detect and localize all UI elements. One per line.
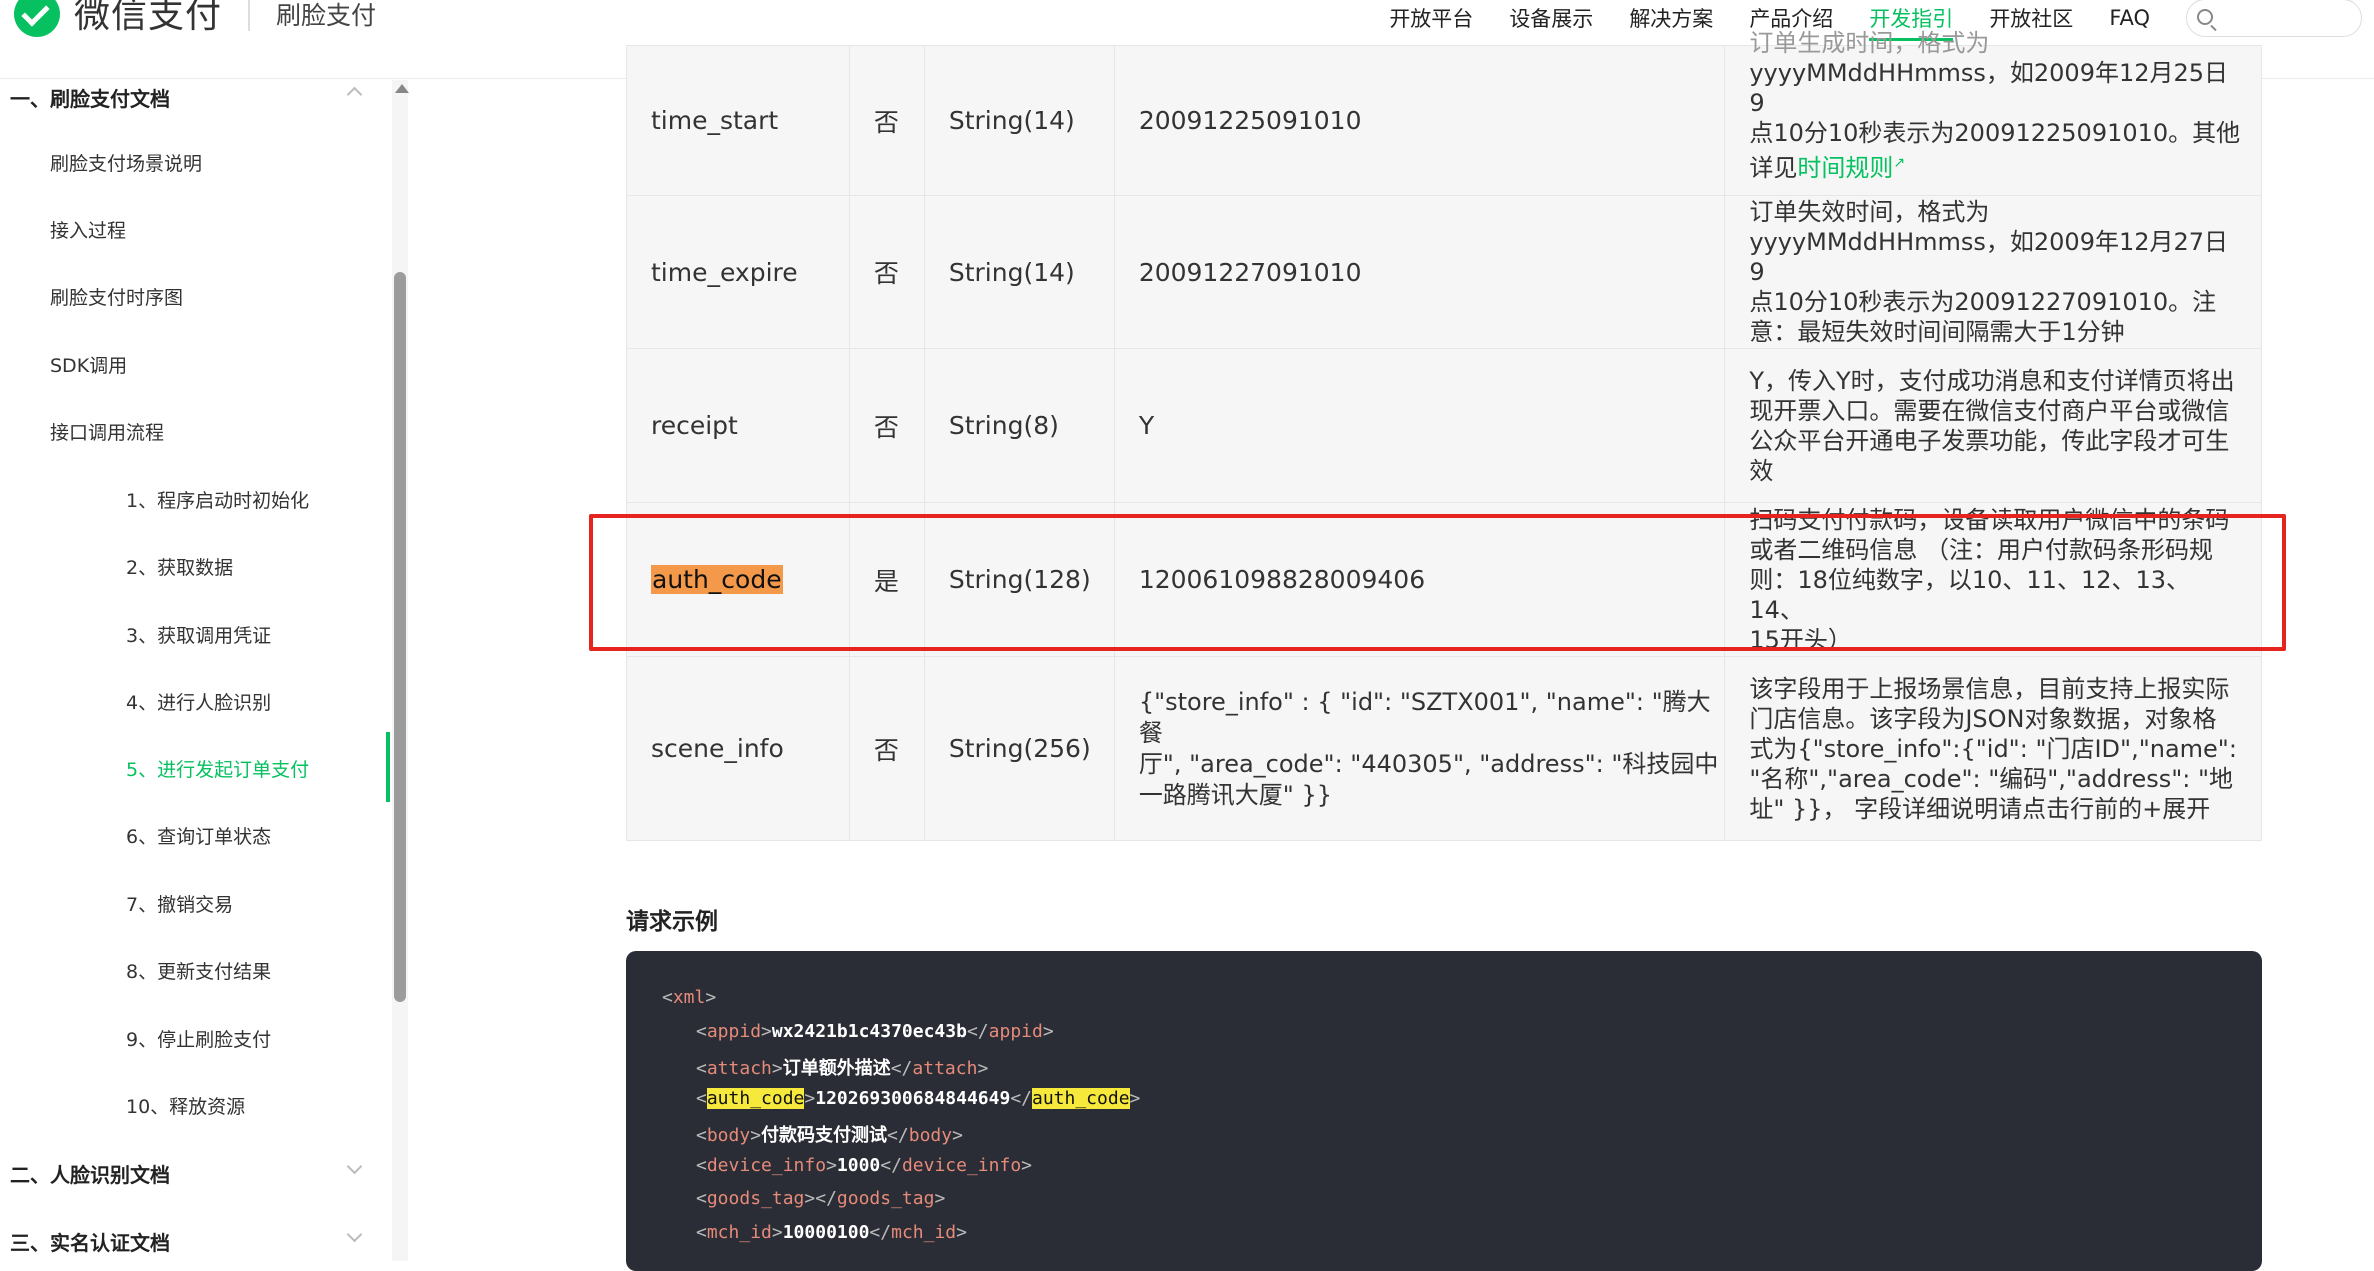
param-example: Y [1113,348,1726,503]
highlighted-tag: auth_code [706,1088,805,1109]
desc-line: 公众平台开通电子发票功能，传此字段才可生 [1749,426,2230,455]
param-name: time_start [626,45,850,196]
sidebar-scrollbar-thumb[interactable] [394,272,406,1002]
desc-line: 详见 [1749,154,1798,182]
chevron-down-icon[interactable] [346,1158,363,1175]
code-line: <appid>wx2421b1c4370ec43b</appid> [696,1021,1054,1042]
desc-line: 订单失效时间，格式为 [1749,198,1990,226]
time-rule-link[interactable]: 时间规则 [1797,154,1893,182]
example-line: {"store_info" : { "id": "SZTX001", "name… [1138,687,1711,747]
param-required: 否 [848,348,925,503]
desc-line: 式为{"store_info":{"id": "门店ID","name": [1749,734,2237,763]
desc-line: 效 [1749,456,1774,485]
param-name: scene_info [626,656,850,841]
desc-line: yyyyMMddHHmmss，如2009年12月25日9 [1749,59,2229,117]
param-example: 20091225091010 [1113,45,1726,196]
param-name: receipt [626,348,850,503]
desc-line: 点10分10秒表示为20091227091010。注 [1749,288,2217,316]
code-line: <attach>订单额外描述</attach> [696,1058,989,1079]
nav-faq[interactable]: FAQ [2109,6,2150,30]
sidebar-item-scene[interactable]: 刷脸支付场景说明 [50,149,202,176]
product-name: 刷脸支付 [276,1,377,30]
scroll-up-arrow-icon[interactable] [395,84,409,93]
code-line: <xml> [662,987,717,1008]
code-block: <xml> <appid>wx2421b1c4370ec43b</appid> … [626,951,2262,1271]
param-desc: 订单失效时间，格式为 yyyyMMddHHmmss，如2009年12月27日9 … [1724,195,2262,349]
code-line: <goods_tag></goods_tag> [696,1188,946,1209]
nav-solutions[interactable]: 解决方案 [1629,3,1713,33]
sidebar-section-real-name[interactable]: 三、实名认证文档 [10,1227,170,1256]
wechat-pay-logo-icon [14,0,60,37]
desc-line: "名称","area_code": "编码","address": "地 [1749,764,2234,793]
brand-logo[interactable]: 微信支付 刷脸支付 [14,0,376,40]
sidebar-section-face-recognition[interactable]: 二、人脸识别文档 [10,1159,170,1188]
param-type: String(14) [923,195,1115,349]
search-icon [2197,9,2213,25]
desc-line: 点10分10秒表示为20091225091010。其他 [1749,119,2241,147]
desc-line: 址" }}， 字段详细说明请点击行前的+展开 [1749,794,2211,823]
param-example: {"store_info" : { "id": "SZTX001", "name… [1113,656,1726,841]
code-line: <device_info>1000</device_info> [696,1155,1033,1176]
sidebar-subitem-cancel[interactable]: 7、撤销交易 [126,890,233,917]
param-required: 否 [848,656,925,841]
param-example: 20091227091010 [1113,195,1726,349]
desc-line: yyyyMMddHHmmss，如2009年12月27日9 [1749,228,2229,286]
sidebar-subitem-order-pay[interactable]: 5、进行发起订单支付 [126,755,309,782]
sidebar-subitem-get-credential[interactable]: 3、获取调用凭证 [126,621,271,648]
doc-sidebar: 一、刷脸支付文档 刷脸支付场景说明 接入过程 刷脸支付时序图 SDK调用 接口调… [0,79,400,1260]
brand-name: 微信支付 [74,0,223,36]
desc-line: 现开票入口。需要在微信支付商户平台或微信 [1749,396,2230,425]
annotation-red-box [589,514,2286,651]
sidebar-item-sdk[interactable]: SDK调用 [50,351,127,378]
table-row: scene_info 否 String(256) {"store_info" :… [626,656,2262,841]
example-line: 一路腾讯大厦" }} [1138,780,1333,809]
sidebar-section-face-pay[interactable]: 一、刷脸支付文档 [10,83,170,112]
highlighted-tag: auth_code [1032,1088,1130,1109]
param-table: time_start 否 String(14) 20091225091010 订… [626,29,2262,841]
desc-line-cut: 订单生成时间，格式为 [1749,29,1990,57]
table-row: receipt 否 String(8) Y Y，传入Y时，支付成功消息和支付详情… [626,348,2262,503]
table-row: time_start 否 String(14) 20091225091010 订… [626,29,2262,196]
nav-devices[interactable]: 设备展示 [1509,3,1593,33]
param-desc: 该字段用于上报场景信息，目前支持上报实际 门店信息。该字段为JSON对象数据，对… [1724,656,2262,841]
sidebar-item-sequence[interactable]: 刷脸支付时序图 [50,283,183,310]
chevron-down-icon[interactable] [346,1226,363,1243]
param-type: String(256) [923,656,1115,841]
param-desc: Y，传入Y时，支付成功消息和支付详情页将出 现开票入口。需要在微信支付商户平台或… [1724,348,2262,503]
desc-line: 意：最短失效时间间隔需大于1分钟 [1749,318,2125,346]
sidebar-subitem-update-result[interactable]: 8、更新支付结果 [126,957,271,984]
param-required: 否 [848,195,925,349]
code-line: <mch_id>10000100</mch_id> [696,1222,967,1243]
table-row: time_expire 否 String(14) 20091227091010 … [626,195,2262,349]
code-line: <body>付款码支付测试</body> [696,1125,963,1146]
sidebar-subitem-query-order[interactable]: 6、查询订单状态 [126,822,271,849]
param-type: String(8) [923,348,1115,503]
request-example-title: 请求示例 [626,909,718,935]
sidebar-subitem-get-data[interactable]: 2、获取数据 [126,553,233,580]
param-name: time_expire [626,195,850,349]
sidebar-subitem-release[interactable]: 10、释放资源 [126,1092,245,1119]
sidebar-item-access[interactable]: 接入过程 [50,216,126,243]
param-desc: 订单生成时间，格式为 yyyyMMddHHmmss，如2009年12月25日9 … [1724,29,2262,196]
desc-line: 该字段用于上报场景信息，目前支持上报实际 [1749,674,2230,703]
code-line-auth-code: <auth_code>120269300684844649</auth_code… [696,1088,1141,1109]
nav-open-platform[interactable]: 开放平台 [1389,3,1473,33]
logo-divider [248,0,251,31]
sidebar-subitem-stop[interactable]: 9、停止刷脸支付 [126,1025,271,1052]
sidebar-item-api-flow[interactable]: 接口调用流程 [50,418,164,445]
active-item-indicator [386,732,390,802]
chevron-up-icon[interactable] [346,86,363,103]
param-required: 否 [848,45,925,196]
sidebar-subitem-face-recognition[interactable]: 4、进行人脸识别 [126,688,271,715]
external-link-icon: ↗ [1893,155,1906,171]
desc-line: Y，传入Y时，支付成功消息和支付详情页将出 [1749,366,2235,395]
desc-line: 门店信息。该字段为JSON对象数据，对象格 [1749,704,2217,733]
example-line: 厅", "area_code": "440305", "address": "科… [1138,749,1719,778]
sidebar-subitem-init[interactable]: 1、程序启动时初始化 [126,486,309,513]
param-type: String(14) [923,45,1115,196]
